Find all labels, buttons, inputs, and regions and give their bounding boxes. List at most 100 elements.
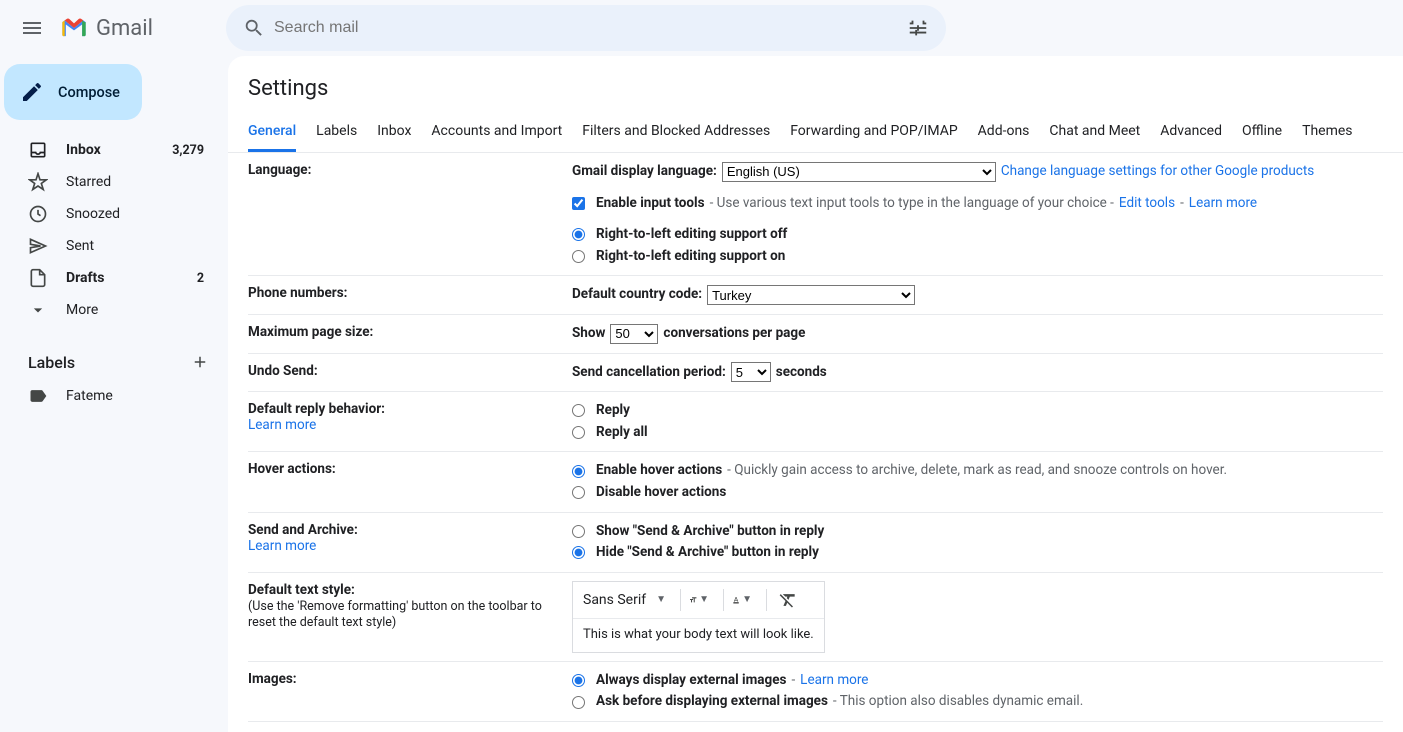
font-preview-text: This is what your body text will look li… <box>573 619 824 652</box>
tab-inbox[interactable]: Inbox <box>377 113 411 152</box>
search-button[interactable] <box>234 8 274 48</box>
main-menu-button[interactable] <box>8 4 56 52</box>
reply-opt2: Reply all <box>596 422 648 444</box>
country-code-prefix: Default country code: <box>572 284 702 306</box>
hover-opt2: Disable hover actions <box>596 482 726 504</box>
sidebar: Compose Inbox3,279StarredSnoozedSentDraf… <box>0 56 228 732</box>
search-options-button[interactable] <box>898 8 938 48</box>
sidebar-item-snoozed[interactable]: Snoozed <box>6 198 216 230</box>
font-family-button[interactable]: Sans Serif <box>583 592 652 608</box>
row-reply: Default reply behavior: Learn more Reply… <box>248 392 1383 452</box>
chev-icon <box>28 300 48 320</box>
row-dynamic: Dynamic email: Learn more Enable dynamic… <box>248 722 1383 732</box>
gmail-logo[interactable]: Gmail <box>56 16 226 41</box>
tune-icon <box>907 17 929 39</box>
font-size-button[interactable]: ▼ <box>689 588 715 612</box>
row-images: Images: Always display external images -… <box>248 662 1383 722</box>
tab-general[interactable]: General <box>248 113 296 152</box>
sidebar-item-starred[interactable]: Starred <box>6 166 216 198</box>
reply-opt1: Reply <box>596 400 630 422</box>
sidebar-item-sent[interactable]: Sent <box>6 230 216 262</box>
compose-label: Compose <box>58 84 120 101</box>
compose-button[interactable]: Compose <box>4 64 142 120</box>
enable-hover-radio[interactable] <box>572 465 585 478</box>
ask-display-images-radio[interactable] <box>572 696 585 709</box>
row-hover: Hover actions: Enable hover actions - Qu… <box>248 452 1383 512</box>
tab-accounts-and-import[interactable]: Accounts and Import <box>431 113 562 152</box>
rtl-on-label: Right-to-left editing support on <box>596 246 785 268</box>
tab-themes[interactable]: Themes <box>1302 113 1352 152</box>
search-icon <box>243 17 265 39</box>
search-bar[interactable] <box>226 5 946 51</box>
row-pagesize: Maximum page size: Show 50 conversations… <box>248 315 1383 354</box>
enable-input-tools-checkbox[interactable] <box>572 197 585 210</box>
show-send-archive-radio[interactable] <box>572 525 585 538</box>
reply-label: Default reply behavior: <box>248 401 385 417</box>
tab-filters-and-blocked-addresses[interactable]: Filters and Blocked Addresses <box>582 113 770 152</box>
undo-prefix: Send cancellation period: <box>572 362 726 384</box>
search-input[interactable] <box>274 19 898 37</box>
sidebar-item-more[interactable]: More <box>6 294 216 326</box>
label-icon <box>28 386 48 406</box>
reply-learn-more-link[interactable]: Learn more <box>248 417 316 433</box>
change-language-link[interactable]: Change language settings for other Googl… <box>1001 161 1314 183</box>
row-phone: Phone numbers: Default country code: Tur… <box>248 276 1383 315</box>
hide-send-archive-radio[interactable] <box>572 546 585 559</box>
settings-body: Language: Gmail display language: Englis… <box>228 153 1403 732</box>
rtl-off-radio[interactable] <box>572 228 585 241</box>
file-icon <box>28 268 48 288</box>
label-item-fateme[interactable]: Fateme <box>6 380 216 412</box>
send-icon <box>28 236 48 256</box>
sa-opt1: Show "Send & Archive" button in reply <box>596 521 824 543</box>
tab-advanced[interactable]: Advanced <box>1160 113 1222 152</box>
settings-title: Settings <box>228 72 1403 113</box>
remove-formatting-button[interactable] <box>775 588 801 612</box>
app-header: Gmail <box>0 0 1403 56</box>
reply-all-radio[interactable] <box>572 426 585 439</box>
input-tools-learn-more-link[interactable]: Learn more <box>1189 193 1257 215</box>
tab-labels[interactable]: Labels <box>316 113 357 152</box>
sidebar-item-inbox[interactable]: Inbox3,279 <box>6 134 216 166</box>
sendarchive-learn-more-link[interactable]: Learn more <box>248 538 316 554</box>
gmail-icon <box>60 17 88 39</box>
images-learn-more-link[interactable]: Learn more <box>800 670 868 692</box>
disable-hover-radio[interactable] <box>572 486 585 499</box>
undo-select[interactable]: 5 <box>731 362 771 382</box>
images-opt1-bold: Always display external images <box>596 670 786 692</box>
hamburger-icon <box>20 16 44 40</box>
pagesize-show: Show <box>572 323 605 345</box>
labels-header: Labels <box>6 344 228 380</box>
logo-text: Gmail <box>96 16 153 41</box>
enable-input-tools-label: Enable input tools <box>596 193 705 215</box>
row-language: Language: Gmail display language: Englis… <box>248 153 1383 276</box>
plus-icon <box>191 353 209 371</box>
font-preview-box: Sans Serif ▼ ▼ ▼ This is what your body … <box>572 581 825 653</box>
caret-icon: ▼ <box>656 594 666 605</box>
tab-add-ons[interactable]: Add-ons <box>978 113 1030 152</box>
always-display-images-radio[interactable] <box>572 674 585 687</box>
edit-tools-link[interactable]: Edit tools <box>1119 193 1175 215</box>
country-code-select[interactable]: Turkey <box>707 285 915 305</box>
text-color-button[interactable]: ▼ <box>732 588 758 612</box>
rtl-on-radio[interactable] <box>572 250 585 263</box>
add-label-button[interactable] <box>186 348 214 376</box>
tab-forwarding-and-pop-imap[interactable]: Forwarding and POP/IMAP <box>790 113 957 152</box>
textstyle-sub: (Use the 'Remove formatting' button on t… <box>248 599 542 630</box>
user-labels-list: Fateme <box>6 380 228 412</box>
tab-offline[interactable]: Offline <box>1242 113 1282 152</box>
labels-title: Labels <box>28 353 75 372</box>
star-icon <box>28 172 48 192</box>
settings-content: Settings General Labels Inbox Accounts and … <box>228 56 1403 732</box>
textstyle-label: Default text style: <box>248 582 355 598</box>
text-size-icon <box>689 590 697 610</box>
tab-chat-and-meet[interactable]: Chat and Meet <box>1049 113 1140 152</box>
images-opt2-desc: - This option also disables dynamic emai… <box>833 691 1083 713</box>
display-language-select[interactable]: English (US) <box>722 162 996 182</box>
undo-suffix: seconds <box>776 362 827 384</box>
images-label: Images: <box>248 671 297 687</box>
pagesize-label: Maximum page size: <box>248 324 373 340</box>
pagesize-select[interactable]: 50 <box>610 324 658 344</box>
sidebar-item-drafts[interactable]: Drafts2 <box>6 262 216 294</box>
reply-radio[interactable] <box>572 404 585 417</box>
search-container <box>226 5 946 51</box>
